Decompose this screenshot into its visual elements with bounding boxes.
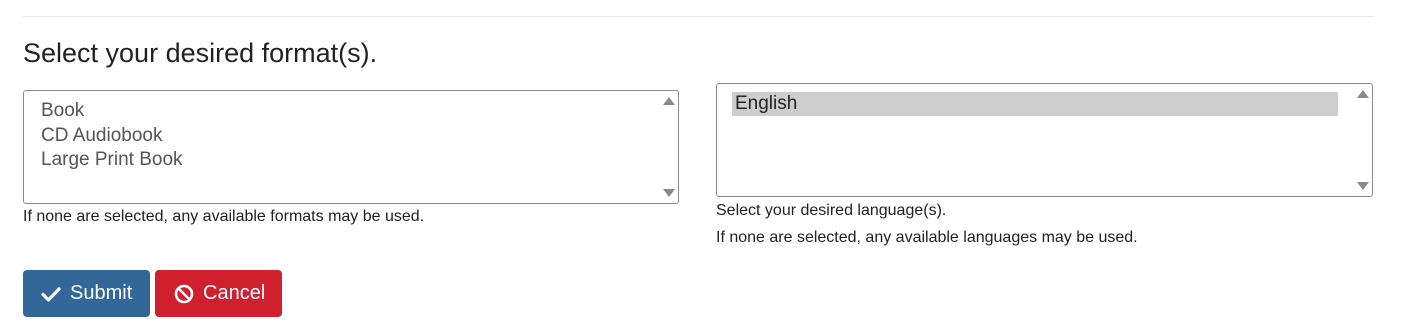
- language-scrollbar[interactable]: [1354, 84, 1372, 196]
- cancel-button[interactable]: Cancel: [155, 270, 282, 317]
- language-label: Select your desired language(s).: [716, 202, 947, 219]
- language-select[interactable]: English: [716, 83, 1373, 197]
- scroll-up-arrow-icon[interactable]: [663, 97, 675, 105]
- ban-icon: [174, 284, 194, 304]
- format-scrollbar[interactable]: [660, 91, 678, 203]
- format-option-large-print-book[interactable]: Large Print Book: [40, 148, 642, 173]
- language-option-english[interactable]: English: [732, 92, 1338, 116]
- format-option-cd-audiobook[interactable]: CD Audiobook: [40, 124, 642, 149]
- format-heading: Select your desired format(s).: [23, 38, 378, 68]
- format-option-book[interactable]: Book: [40, 99, 642, 124]
- language-help-text: If none are selected, any available lang…: [716, 229, 1138, 246]
- cancel-label: Cancel: [203, 282, 266, 304]
- format-options: Book CD Audiobook Large Print Book: [40, 99, 642, 173]
- submit-label: Submit: [70, 282, 133, 304]
- format-help-text: If none are selected, any available form…: [23, 208, 425, 225]
- scroll-down-arrow-icon[interactable]: [663, 189, 675, 197]
- submit-button[interactable]: Submit: [23, 270, 150, 317]
- language-options: English: [732, 92, 1338, 116]
- top-divider: [23, 16, 1373, 17]
- scroll-down-arrow-icon[interactable]: [1357, 182, 1369, 190]
- format-select[interactable]: Book CD Audiobook Large Print Book: [23, 90, 679, 204]
- scroll-up-arrow-icon[interactable]: [1357, 90, 1369, 98]
- check-icon: [41, 286, 61, 302]
